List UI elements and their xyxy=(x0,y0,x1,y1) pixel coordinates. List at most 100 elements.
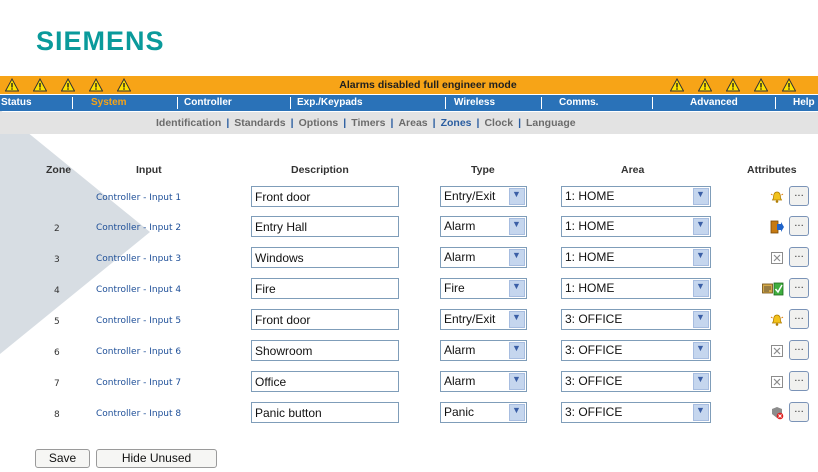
area-select[interactable]: 3: OFFICE ▼ xyxy=(561,340,711,361)
omit-icon xyxy=(770,343,784,357)
attributes-edit-button[interactable]: ... xyxy=(789,278,809,298)
type-select[interactable]: Alarm ▼ xyxy=(440,247,527,268)
area-select[interactable]: 1: HOME ▼ xyxy=(561,247,711,268)
type-value: Entry/Exit xyxy=(444,189,496,203)
subnav-separator: | xyxy=(432,117,436,129)
chevron-down-icon: ▼ xyxy=(509,404,525,421)
table-row: 3 Controller - Input 3 Alarm ▼ 1: HOME ▼... xyxy=(0,247,818,277)
attributes-edit-button[interactable]: ... xyxy=(789,371,809,391)
dropdown-glyph: ▼ xyxy=(696,281,705,291)
attributes-edit-button[interactable]: ... xyxy=(789,186,809,206)
save-button[interactable]: Save xyxy=(35,449,90,468)
description-field[interactable] xyxy=(251,402,399,423)
attributes-edit-button[interactable]: ... xyxy=(789,309,809,329)
nav-tab-exp-keypads[interactable]: Exp./Keypads xyxy=(297,95,363,111)
zone-number: 8 xyxy=(54,410,60,420)
attributes-edit-button[interactable]: ... xyxy=(789,247,809,267)
attributes-edit-button[interactable]: ... xyxy=(789,216,809,236)
table-row: Controller - Input 1 Entry/Exit ▼ 1: HOME ▼.… xyxy=(0,186,818,216)
type-select[interactable]: Entry/Exit ▼ xyxy=(440,309,527,330)
nav-tab-controller[interactable]: Controller xyxy=(184,95,232,111)
input-link[interactable]: Controller - Input 8 xyxy=(96,409,181,419)
subnav-areas[interactable]: Areas xyxy=(398,117,427,129)
subnav-identification[interactable]: Identification xyxy=(156,117,221,129)
input-link[interactable]: Controller - Input 7 xyxy=(96,378,181,388)
warning-icon xyxy=(117,78,131,92)
attributes-edit-button[interactable]: ... xyxy=(789,402,809,422)
chevron-down-icon: ▼ xyxy=(509,342,525,359)
chevron-down-icon: ▼ xyxy=(509,218,525,235)
dropdown-glyph: ▼ xyxy=(696,219,705,229)
table-row: 8 Controller - Input 8 Panic ▼ 3: OFFICE ▼... xyxy=(0,402,818,432)
dropdown-glyph: ▼ xyxy=(512,189,521,199)
description-field[interactable] xyxy=(251,309,399,330)
nav-tab-status[interactable]: Status xyxy=(1,95,32,111)
subnav-language[interactable]: Language xyxy=(526,117,576,129)
description-field[interactable] xyxy=(251,247,399,268)
type-value: Entry/Exit xyxy=(444,312,496,326)
attributes-edit-button[interactable]: ... xyxy=(789,340,809,360)
type-select[interactable]: Alarm ▼ xyxy=(440,371,527,392)
nav-tab-advanced[interactable]: Advanced xyxy=(690,95,738,111)
nav-tab-system[interactable]: System xyxy=(91,95,127,111)
nav-separator xyxy=(72,97,73,109)
zone-number: 2 xyxy=(54,224,60,234)
nav-tab-comms[interactable]: Comms. xyxy=(559,95,598,111)
chevron-down-icon: ▼ xyxy=(509,311,525,328)
description-field[interactable] xyxy=(251,340,399,361)
area-select[interactable]: 1: HOME ▼ xyxy=(561,278,711,299)
type-value: Alarm xyxy=(444,343,476,357)
subnav-separator: | xyxy=(290,117,294,129)
chevron-down-icon: ▼ xyxy=(509,280,525,297)
zone-number: 7 xyxy=(54,379,60,389)
input-link[interactable]: Controller - Input 6 xyxy=(96,347,181,357)
col-zone-header: Zone xyxy=(46,164,72,176)
chevron-down-icon: ▼ xyxy=(693,373,709,390)
type-select[interactable]: Alarm ▼ xyxy=(440,340,527,361)
type-select[interactable]: Alarm ▼ xyxy=(440,216,527,237)
input-link[interactable]: Controller - Input 2 xyxy=(96,223,181,233)
subnav-options[interactable]: Options xyxy=(299,117,339,129)
type-value: Alarm xyxy=(444,250,476,264)
description-field[interactable] xyxy=(251,216,399,237)
subnav-separator: | xyxy=(343,117,347,129)
subnav-separator: | xyxy=(390,117,394,129)
area-value: 3: OFFICE xyxy=(565,374,623,388)
area-select[interactable]: 3: OFFICE ▼ xyxy=(561,402,711,423)
subnav-separator: | xyxy=(476,117,480,129)
hide-unused-button[interactable]: Hide Unused xyxy=(96,449,217,468)
area-select[interactable]: 3: OFFICE ▼ xyxy=(561,309,711,330)
area-value: 3: OFFICE xyxy=(565,405,623,419)
dropdown-glyph: ▼ xyxy=(512,250,521,260)
area-select[interactable]: 3: OFFICE ▼ xyxy=(561,371,711,392)
input-link[interactable]: Controller - Input 1 xyxy=(96,193,181,203)
description-field[interactable] xyxy=(251,278,399,299)
input-link[interactable]: Controller - Input 5 xyxy=(96,316,181,326)
subnav-clock[interactable]: Clock xyxy=(484,117,513,129)
warning-icon xyxy=(698,78,712,92)
dropdown-glyph: ▼ xyxy=(512,219,521,229)
nav-separator xyxy=(652,97,653,109)
area-value: 3: OFFICE xyxy=(565,312,623,326)
description-field[interactable] xyxy=(251,371,399,392)
input-link[interactable]: Controller - Input 3 xyxy=(96,254,181,264)
type-select[interactable]: Fire ▼ xyxy=(440,278,527,299)
table-row: 2 Controller - Input 2 Alarm ▼ 1: HOME ▼... xyxy=(0,216,818,246)
description-field[interactable] xyxy=(251,186,399,207)
nav-tab-help[interactable]: Help xyxy=(793,95,815,111)
nav-tab-wireless[interactable]: Wireless xyxy=(454,95,495,111)
area-value: 1: HOME xyxy=(565,250,615,264)
chevron-down-icon: ▼ xyxy=(693,218,709,235)
chevron-down-icon: ▼ xyxy=(693,249,709,266)
subnav-timers[interactable]: Timers xyxy=(351,117,385,129)
subnav-standards[interactable]: Standards xyxy=(234,117,285,129)
alarm-message: Alarms disabled full engineer mode xyxy=(339,79,517,91)
input-link[interactable]: Controller - Input 4 xyxy=(96,285,181,295)
type-select[interactable]: Entry/Exit ▼ xyxy=(440,186,527,207)
dropdown-glyph: ▼ xyxy=(512,312,521,322)
subnav-zones[interactable]: Zones xyxy=(441,117,472,129)
area-select[interactable]: 1: HOME ▼ xyxy=(561,186,711,207)
area-select[interactable]: 1: HOME ▼ xyxy=(561,216,711,237)
type-select[interactable]: Panic ▼ xyxy=(440,402,527,423)
zone-number: 5 xyxy=(54,317,60,327)
